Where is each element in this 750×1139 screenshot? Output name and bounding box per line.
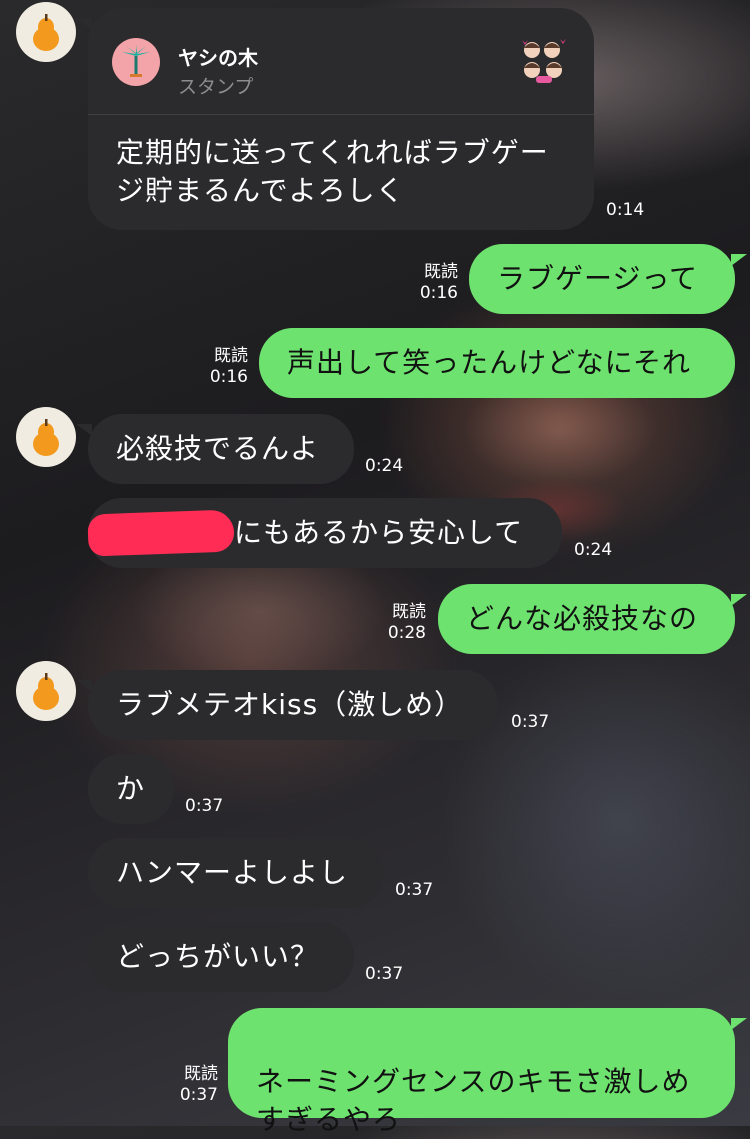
bubble-tail: [731, 254, 747, 266]
read-status: 既読 0:28: [374, 602, 426, 644]
message-text: ハンマーよしよし: [116, 856, 349, 889]
read-label: 既読: [214, 346, 248, 366]
message-time: 0:24: [365, 456, 404, 476]
message-text: 必殺技でるんよ: [116, 432, 320, 465]
message-time: 0:37: [179, 1085, 218, 1105]
read-status: 既読 0:37: [166, 1064, 218, 1106]
incoming-message-bubble[interactable]: ラブメテオkiss（激しめ）: [76, 670, 498, 740]
message-time: 0:14: [606, 200, 645, 220]
pear-avatar-icon: [33, 419, 59, 456]
message-text: どんな必殺技なの: [466, 602, 699, 635]
stamp-message-text: 定期的に送ってくれればラブゲー ジ貯まるんでよろしく: [116, 136, 549, 207]
incoming-message-bubble[interactable]: ハンマーよしよし: [88, 838, 384, 908]
sticker-thumbnail-icon: [518, 36, 568, 86]
stamp-message-card[interactable]: ヤシの木 スタンプ 定期的に送ってくれればラブゲー ジ貯まるんでよろしく: [76, 8, 594, 230]
outgoing-message-bubble[interactable]: 声出して笑ったんけどなにそれ: [259, 328, 735, 398]
redaction-scribble: [87, 509, 235, 557]
bubble-tail: [76, 424, 92, 436]
pear-avatar-icon: [33, 14, 59, 51]
message-text: にもあるから安心して: [234, 516, 524, 549]
message-time: 0:37: [185, 796, 224, 816]
message-time: 0:28: [387, 623, 426, 643]
bubble-tail: [731, 594, 747, 606]
message-time: 0:16: [209, 367, 248, 387]
contact-avatar[interactable]: [16, 661, 76, 721]
read-label: 既読: [184, 1064, 218, 1084]
message-text: ラブゲージって: [497, 262, 699, 295]
message-text: どっちがいい？: [116, 940, 320, 973]
stamp-kind-label: スタンプ: [178, 76, 254, 98]
message-text: か: [116, 772, 146, 805]
outgoing-message-bubble[interactable]: ネーミングセンスのキモさ激しめ すぎるやろ: [228, 1008, 747, 1136]
read-status: 既読 0:16: [406, 262, 458, 304]
incoming-message-bubble[interactable]: か: [88, 754, 174, 824]
stamp-set-name: ヤシの木: [178, 46, 258, 70]
outgoing-message-bubble[interactable]: ラブゲージって: [469, 244, 747, 314]
incoming-message-bubble[interactable]: 必殺技でるんよ: [76, 414, 354, 484]
read-status: 既読 0:16: [196, 346, 248, 388]
palm-tree-icon: [112, 38, 160, 86]
contact-avatar[interactable]: [16, 2, 76, 62]
outgoing-message-bubble[interactable]: どんな必殺技なの: [438, 584, 747, 654]
bubble-tail: [731, 1018, 747, 1030]
message-time: 0:37: [395, 880, 434, 900]
message-time: 0:16: [419, 283, 458, 303]
message-text: ラブメテオkiss（激しめ）: [116, 688, 464, 721]
incoming-message-bubble[interactable]: どっちがいい？: [88, 922, 354, 992]
read-label: 既読: [424, 262, 458, 282]
message-time: 0:37: [511, 712, 550, 732]
pear-avatar-icon: [33, 673, 59, 710]
message-text: 声出して笑ったんけどなにそれ: [287, 346, 692, 379]
message-time: 0:37: [365, 964, 404, 984]
read-label: 既読: [392, 602, 426, 622]
message-time: 0:24: [574, 540, 613, 560]
contact-avatar[interactable]: [16, 407, 76, 467]
bubble-tail: [76, 680, 92, 692]
stamp-header[interactable]: ヤシの木 スタンプ: [88, 8, 594, 115]
